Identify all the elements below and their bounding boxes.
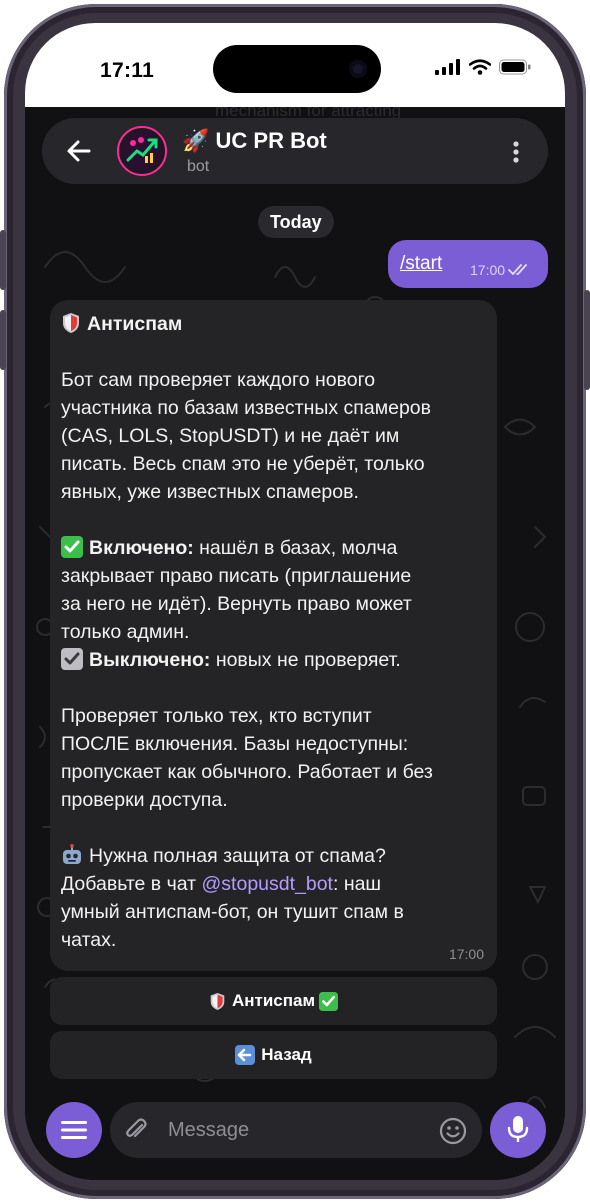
bot-avatar[interactable] (117, 126, 167, 176)
enabled-text: нашёл в базах, молча (199, 537, 398, 559)
composer-bar: Message (25, 1096, 565, 1180)
gray-checkmark-icon (61, 648, 83, 670)
volume-down-button (0, 310, 6, 370)
hamburger-menu-icon (61, 1121, 87, 1139)
chat-header: 🚀 UC PR Bot bot (42, 118, 548, 184)
promo-prefix: Добавьте в чат (61, 873, 197, 895)
message-time: 17:00 (470, 262, 506, 278)
chat-subtitle: bot (187, 158, 210, 175)
paragraph-line: закрывает право писать (приглашение (61, 565, 412, 587)
shield-icon (210, 992, 225, 1010)
left-arrow-icon (235, 1045, 256, 1065)
attachment-paperclip-icon[interactable] (122, 1116, 150, 1144)
wifi-icon (469, 59, 491, 75)
paragraph-line: ПОСЛЕ включения. Базы недоступны: (61, 733, 409, 755)
message-input-field[interactable]: Message (110, 1102, 482, 1158)
message-placeholder[interactable]: Message (168, 1119, 249, 1142)
read-double-check-icon (508, 264, 527, 276)
paragraph-line: чатах. (61, 929, 117, 951)
message-heading: Антиспам (87, 313, 183, 335)
enabled-line: Включено: нашёл в базах, молча (61, 534, 491, 562)
incoming-message[interactable]: Антиспам Бот сам проверяет каждого новог… (50, 300, 497, 971)
stopusdt-bot-link[interactable]: @stopusdt_bot (202, 873, 333, 895)
back-arrow-icon[interactable] (64, 136, 94, 166)
robot-icon (63, 844, 81, 864)
message-text: Антиспам Бот сам проверяет каждого новог… (61, 310, 491, 954)
cellular-signal-icon (435, 59, 460, 75)
start-command-link[interactable]: /start (400, 253, 442, 275)
phone-screen: 17:11 mechanism for attracting 🚀 UC PR B… (25, 23, 565, 1180)
antispam-button-label: Антиспам (231, 991, 316, 1010)
status-icons (435, 59, 531, 75)
antispam-button[interactable]: Антиспам (50, 977, 497, 1025)
status-time: 17:11 (100, 59, 155, 82)
promo-question: Нужна полная защита от спама? (89, 845, 386, 867)
promo-suffix: : наш (332, 873, 382, 895)
paragraph-line: Бот сам проверяет каждого нового (61, 369, 376, 391)
paragraph-line: Проверяет только тех, кто вступит (61, 705, 372, 727)
back-button[interactable]: Назад (50, 1031, 497, 1079)
message-heading-line: Антиспам (61, 310, 491, 338)
camera-icon (349, 60, 367, 78)
chat-title[interactable]: 🚀 UC PR Bot (182, 128, 327, 154)
paragraph-line: умный антиспам-бот, он тушит спам в (61, 901, 404, 923)
green-checkmark-icon (61, 536, 83, 558)
promo-line: Нужна полная защита от спама? (61, 842, 491, 870)
paragraph-line: участника по базам известных спамеров (61, 397, 432, 419)
promo-line: Добавьте в чат @stopusdt_bot: наш (61, 870, 491, 898)
paragraph-line: пропускает как обычного. Работает и без (61, 761, 433, 783)
shield-icon (63, 313, 79, 333)
outgoing-message[interactable]: /start 17:00 (388, 240, 548, 288)
battery-icon (499, 59, 531, 75)
disabled-text: новых не проверяет. (215, 649, 401, 671)
back-button-label: Назад (261, 1045, 312, 1064)
emoji-smile-icon[interactable] (438, 1116, 468, 1146)
enabled-label: Включено: (89, 537, 194, 559)
microphone-icon (507, 1116, 529, 1142)
volume-up-button (0, 230, 6, 290)
disabled-line: Выключено: новых не проверяет. (61, 646, 491, 674)
paragraph-line: за него не идёт). Вернуть право может (61, 593, 412, 615)
disabled-label: Выключено: (89, 649, 211, 671)
message-time: 17:00 (448, 946, 484, 962)
voice-message-button[interactable] (490, 1102, 546, 1158)
paragraph-line: писать. Весь спам это не уберёт, только (61, 453, 425, 475)
green-checkmark-icon (319, 991, 339, 1011)
paragraph-line: только админ. (61, 621, 190, 643)
status-bar: 17:11 (25, 23, 565, 107)
paragraph-line: (CAS, LOLS, StopUSDT) и не даёт им (61, 425, 400, 447)
paragraph-line: явных, уже известных спамеров. (61, 481, 359, 503)
date-separator: Today (258, 206, 334, 238)
bot-menu-button[interactable] (46, 1102, 102, 1158)
more-options-icon[interactable] (512, 140, 520, 164)
power-button (584, 290, 590, 390)
dynamic-island (213, 45, 381, 93)
paragraph-line: проверки доступа. (61, 789, 228, 811)
growth-chart-logo-icon (122, 131, 162, 171)
